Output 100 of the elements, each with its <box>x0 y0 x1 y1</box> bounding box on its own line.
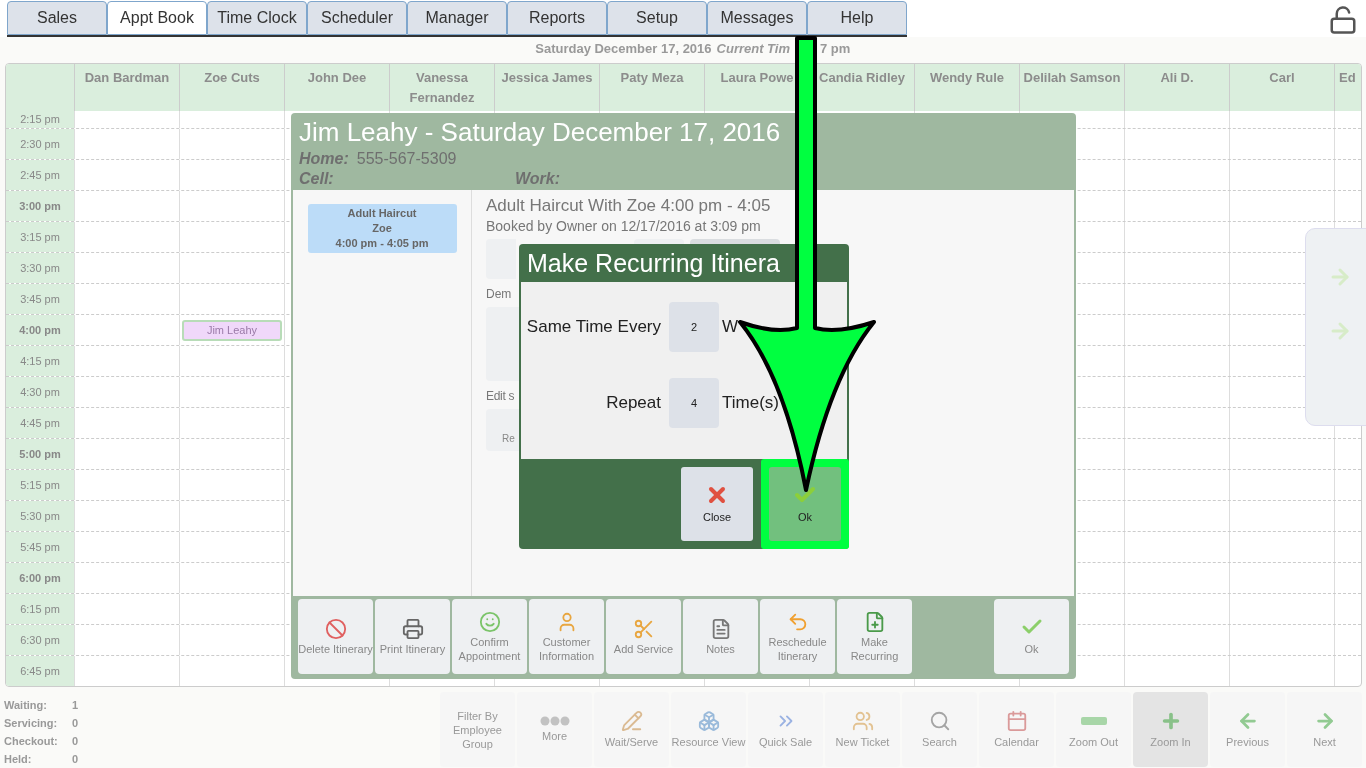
toolbar-button[interactable]: More <box>517 692 592 767</box>
time-label: 3:30 pm <box>20 260 60 276</box>
toolbar-button[interactable]: Search <box>902 692 977 767</box>
staff-name: Jessica James <box>501 69 593 87</box>
time-label: 4:15 pm <box>20 353 60 369</box>
dialog-button[interactable]: Ok <box>769 467 841 541</box>
itinerary-action-button[interactable]: Delete Itinerary <box>298 599 373 674</box>
toolbar-button[interactable]: Calendar <box>979 692 1054 767</box>
staff-name: Wendy Rule <box>929 69 1005 87</box>
counter-label: Checkout: <box>4 733 59 749</box>
staff-name: Ed <box>1339 69 1356 87</box>
nav-tab[interactable]: Reports <box>507 1 607 35</box>
current-time-text: 7 pm <box>820 40 851 59</box>
cell-label: Cell: <box>299 169 335 189</box>
itinerary-action-button[interactable]: Confirm Appointment <box>452 599 527 674</box>
counter-value: 0 <box>72 751 79 767</box>
time-label: 2:45 pm <box>20 167 60 183</box>
toolbar-button[interactable]: Filter By Employee Group <box>440 692 515 767</box>
itinerary-action-button[interactable]: Reschedule Itinerary <box>760 599 835 674</box>
staff-name: Ali D. <box>1160 69 1194 87</box>
dialog-button[interactable]: Close <box>681 467 753 541</box>
work-label: Work: <box>515 169 561 189</box>
time-label: 5:45 pm <box>20 539 60 555</box>
toolbar-button[interactable]: Wait/Serve <box>594 692 669 767</box>
toolbar-button[interactable]: Zoom In <box>1133 692 1208 767</box>
home-label: Home: <box>299 149 349 169</box>
field-label: Same Time Every <box>525 316 662 338</box>
staff-name: Dan Bardman <box>84 69 170 87</box>
time-label: 4:00 pm <box>19 322 61 338</box>
time-label: 3:45 pm <box>20 291 60 307</box>
time-label: 3:15 pm <box>20 229 60 245</box>
printer-icon <box>401 617 424 640</box>
nav-tab[interactable]: Manager <box>407 1 507 35</box>
nav-tab[interactable]: Time Clock <box>207 1 307 35</box>
counter-value: 1 <box>72 697 79 713</box>
time-label: 5:00 pm <box>19 446 61 462</box>
pencil-icon <box>620 710 643 732</box>
padlock-icon[interactable] <box>1328 5 1358 35</box>
ok-button[interactable]: Ok <box>994 599 1069 674</box>
unit-label: W <box>721 316 739 339</box>
nav-tab[interactable]: Help <box>807 1 907 35</box>
staff-name: John Dee <box>307 69 367 87</box>
toolbar-button[interactable]: Zoom Out <box>1056 692 1131 767</box>
appointment-block[interactable]: Jim Leahy <box>182 319 282 341</box>
toolbar-button[interactable]: New Ticket <box>825 692 900 767</box>
counter-label: Held: <box>4 751 33 767</box>
nav-tab[interactable]: Sales <box>7 1 107 35</box>
minus-icon <box>1080 717 1107 725</box>
blocks-icon <box>697 710 720 732</box>
counter-label: Waiting: <box>4 697 48 713</box>
date-text: Saturday December 17, 2016 <box>535 40 712 59</box>
staff-name: Paty Meza <box>620 69 684 87</box>
time-label: 4:30 pm <box>20 384 60 400</box>
search-icon <box>928 710 951 732</box>
time-label: 6:45 pm <box>20 663 60 679</box>
time-label: 5:30 pm <box>20 508 60 524</box>
number-field[interactable]: 2 <box>669 302 719 352</box>
number-field[interactable]: 4 <box>669 378 719 428</box>
staff-name: Vanessa Fernandez <box>408 69 476 107</box>
dots-icon <box>539 716 570 726</box>
toolbar-button[interactable]: Next <box>1287 692 1362 767</box>
staff-name: Candia Ridley <box>819 69 905 87</box>
field-label: Repeat <box>605 392 662 414</box>
toolbar-button[interactable]: Previous <box>1210 692 1285 767</box>
nav-tab[interactable]: Setup <box>607 1 707 35</box>
time-label: 5:15 pm <box>20 477 60 493</box>
section-heading: Edit s <box>486 388 515 405</box>
itinerary-action-button[interactable]: Add Service <box>606 599 681 674</box>
option-tile[interactable] <box>634 239 684 244</box>
counter-value: 0 <box>72 715 79 731</box>
no-entry-icon <box>324 617 347 640</box>
itinerary-action-button[interactable]: Print Itinerary <box>375 599 450 674</box>
booked-by-text: Booked by Owner on 12/17/2016 at 3:09 pm <box>486 217 761 235</box>
option-tile[interactable] <box>690 239 780 244</box>
nav-tab[interactable]: Appt Book <box>107 1 207 35</box>
time-label: 2:30 pm <box>20 136 60 152</box>
calendar-icon <box>1005 710 1028 732</box>
time-label: 3:00 pm <box>19 198 61 214</box>
itinerary-action-button[interactable]: Notes <box>683 599 758 674</box>
staff-name: Zoe Cuts <box>204 69 260 87</box>
itinerary-action-button[interactable]: Make Recurring <box>837 599 912 674</box>
time-label: 6:30 pm <box>20 632 60 648</box>
service-title: Adult Haircut With Zoe 4:00 pm - 4:05 <box>486 195 771 217</box>
itinerary-action-button[interactable]: Customer Information <box>529 599 604 674</box>
people-icon <box>851 710 874 732</box>
time-label: 6:00 pm <box>19 570 61 586</box>
staff-name: Delilah Samson <box>1023 69 1121 87</box>
counter-value: 0 <box>72 733 79 749</box>
toolbar-button[interactable]: Quick Sale <box>748 692 823 767</box>
counter-label: Servicing: <box>4 715 59 731</box>
toolbar-button[interactable]: Resource View <box>671 692 746 767</box>
time-label: 4:45 pm <box>20 415 60 431</box>
service-card[interactable]: Adult Haircut Zoe 4:00 pm - 4:05 pm <box>307 204 457 253</box>
smiley-icon <box>478 610 501 633</box>
nav-tab[interactable]: Messages <box>707 1 807 35</box>
current-time-label: Current Tim <box>716 40 790 59</box>
unit-label: Time(s) <box>721 392 779 415</box>
window-title: Jim Leahy - Saturday December 17, 2016 <box>299 116 781 149</box>
dialog-title: Make Recurring Itinera <box>526 248 781 279</box>
nav-tab[interactable]: Scheduler <box>307 1 407 35</box>
